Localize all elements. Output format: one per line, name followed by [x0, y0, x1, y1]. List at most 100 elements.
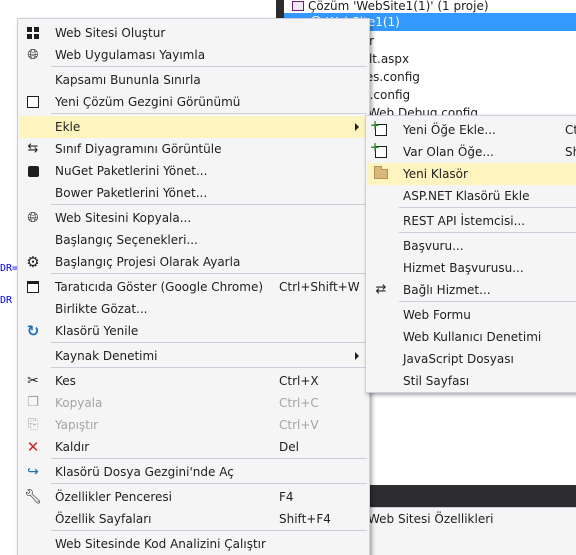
menu-item-label: Kes: [55, 374, 76, 388]
paste-icon-glyph: ⎘: [27, 417, 39, 432]
menu-item-web-sitesini-kopyala[interactable]: 🌐︎ Web Sitesini Kopyala...: [19, 207, 368, 229]
menu-item-label: Web Formu: [403, 308, 471, 322]
open-folder-arrow-icon: ↪: [25, 464, 41, 480]
menu-item-ozellik-sayfalari[interactable]: Özellik Sayfaları Shift+F4: [19, 508, 368, 530]
menu-item-yapistir: ⎘ Yapıştır Ctrl+V: [19, 414, 368, 436]
copy-website-icon: 🌐︎: [25, 210, 41, 226]
menu-item-label: Başlangıç Projesi Olarak Ayarla: [55, 255, 241, 269]
menu-item-web-sitesinde-kod-analizini-calistir[interactable]: Web Sitesinde Kod Analizini Çalıştır: [19, 533, 368, 555]
publish-globe-icon: 🌐︎: [25, 47, 41, 63]
menu-item-label: Klasörü Yenile: [55, 324, 139, 338]
menu-item-label: JavaScript Dosyası: [403, 352, 514, 366]
menu-separator: [51, 342, 367, 343]
menu-item-baslangic-secenekleri[interactable]: Başlangıç Seçenekleri...: [19, 229, 368, 251]
existing-item-icon: [370, 139, 389, 160]
class-diagram-icon: ⇆: [25, 141, 41, 157]
menu-item-label: Web Uygulaması Yayımla: [55, 48, 206, 62]
menu-item-ozellikler-penceresi[interactable]: 🔧︎ Özellikler Penceresi F4: [19, 486, 368, 508]
new-view-icon-glyph: [27, 96, 39, 108]
menu-item-baslangic-projesi-olarak-ayarla[interactable]: ⚙ Başlangıç Projesi Olarak Ayarla: [19, 251, 368, 273]
new-item-icon: [370, 117, 389, 138]
menu-item-rest-api-i-stemcisi[interactable]: REST API İstemcisi...: [367, 210, 576, 232]
menu-item-bagli-hizmet[interactable]: ⇄ Bağlı Hizmet...: [367, 279, 576, 301]
menu-separator: [399, 301, 576, 302]
menu-separator: [51, 367, 367, 368]
menu-item-label: Web Sitesinde Kod Analizini Çalıştır: [55, 537, 266, 551]
new-item-icon-glyph: [370, 117, 387, 136]
menu-item-label: Ekle: [55, 120, 81, 134]
menu-item-ekle[interactable]: Ekle: [19, 116, 368, 138]
menu-item-label: Başlangıç Seçenekleri...: [55, 233, 198, 247]
menu-item-kes[interactable]: ✂ Kes Ctrl+X: [19, 370, 368, 392]
refresh-icon-glyph: ↻: [26, 322, 40, 340]
menu-item-web-kullanici-denetimi[interactable]: Web Kullanıcı Denetimi: [367, 326, 576, 348]
menu-item-hizmet-basvurusu[interactable]: Hizmet Başvurusu...: [367, 257, 576, 279]
menu-item-javascript-dosyasi[interactable]: JavaScript Dosyası: [367, 348, 576, 370]
gear-icon-glyph: ⚙: [26, 253, 40, 271]
menu-item-label: Web Sitesini Kopyala...: [55, 211, 192, 225]
menu-item-kapsami-bununla-sinirla[interactable]: Kapsamı Bununla Sınırla: [19, 69, 368, 91]
class-diagram-icon-glyph: ⇆: [27, 141, 39, 156]
menu-item-shortcut: Shift+F4: [279, 512, 331, 526]
menu-item-shortcut: F4: [279, 490, 294, 504]
menu-item-web-formu[interactable]: Web Formu: [367, 304, 576, 326]
menu-item-var-olan-oge[interactable]: Var Olan Öğe... Sh: [367, 139, 576, 163]
menu-item-label: Kaynak Denetimi: [55, 349, 158, 363]
menu-item-yeni-cozum-gezgini-gorunumu[interactable]: Yeni Çözüm Gezgini Görünümü: [19, 91, 368, 113]
scissors-icon: ✂: [25, 373, 41, 389]
submenu-arrow-icon: [355, 352, 359, 360]
nuget-icon: [25, 163, 41, 179]
menu-item-yeni-klasor[interactable]: Yeni Klasör: [367, 163, 576, 185]
wrench-icon: 🔧︎: [24, 489, 42, 505]
context-menu: Web Sitesi Oluştur 🌐︎ Web Uygulaması Yayım…: [17, 18, 370, 555]
menu-item-label: Yeni Klasör: [403, 167, 468, 181]
menu-item-label: Yeni Çözüm Gezgini Görünümü: [55, 95, 241, 109]
menu-separator: [51, 204, 367, 205]
window-divider: [276, 0, 284, 18]
menu-item-kaynak-denetimi[interactable]: Kaynak Denetimi: [19, 345, 368, 367]
menu-item-klasoru-dosya-gezgini-nde-ac[interactable]: ↪ Klasörü Dosya Gezgini'nde Aç: [19, 461, 368, 483]
menu-item-label: Web Kullanıcı Denetimi: [403, 330, 542, 344]
code-fragment: DR: [0, 295, 13, 306]
menu-item-klasoru-yenile[interactable]: ↻ Klasörü Yenile: [19, 320, 368, 342]
properties-title: Web Sitesi Özellikleri: [368, 512, 494, 526]
gear-icon: ⚙: [25, 254, 41, 270]
browser-icon: [25, 279, 41, 295]
menu-item-label: Bower Paketlerini Yönet...: [55, 186, 208, 200]
menu-item-label: Özellikler Penceresi: [55, 490, 172, 504]
menu-item-stil-sayfasi[interactable]: Stil Sayfası: [367, 370, 576, 392]
menu-item-label: Kaldır: [55, 440, 90, 454]
menu-separator: [51, 273, 367, 274]
menu-item-bower-paketlerini-yonet[interactable]: Bower Paketlerini Yönet...: [19, 182, 368, 204]
browser-icon-glyph: [27, 281, 39, 293]
connected-service-icon: ⇄: [373, 282, 389, 298]
menu-item-label: Kapsamı Bununla Sınırla: [55, 73, 201, 87]
menu-item-label: Hizmet Başvurusu...: [403, 261, 524, 275]
menu-item-sinif-diyagramini-goruntule[interactable]: ⇆ Sınıf Diyagramını Görüntüle: [19, 138, 368, 160]
menu-item-taraticida-goster-google-chrome[interactable]: Taratıcıda Göster (Google Chrome) Ctrl+Sh…: [19, 276, 368, 298]
delete-x-icon: ✕: [25, 439, 41, 455]
menu-item-label: Sınıf Diyagramını Görüntüle: [55, 142, 222, 156]
menu-item-label: Yapıştır: [55, 418, 99, 432]
menu-item-web-sitesi-olustur[interactable]: Web Sitesi Oluştur: [19, 22, 368, 44]
menu-separator: [51, 113, 367, 114]
menu-item-asp-net-klasoru-ekle[interactable]: ASP.NET Klasörü Ekle: [367, 185, 576, 207]
paste-icon: ⎘: [25, 417, 41, 433]
menu-item-web-uygulamasi-yayimla[interactable]: 🌐︎ Web Uygulaması Yayımla: [19, 44, 368, 66]
menu-item-nuget-paketlerini-yonet[interactable]: NuGet Paketlerini Yönet...: [19, 160, 368, 182]
menu-item-label: Başvuru...: [403, 239, 464, 253]
menu-item-basvuru[interactable]: Başvuru...: [367, 235, 576, 257]
menu-item-birlikte-gozat[interactable]: Birlikte Gözat...: [19, 298, 368, 320]
code-fragment: DR=: [0, 263, 19, 274]
menu-item-yeni-oge-ekle[interactable]: Yeni Öğe Ekle... Ct: [367, 117, 576, 141]
connected-service-icon-glyph: ⇄: [375, 282, 387, 297]
menu-separator: [51, 66, 367, 67]
nuget-icon-glyph: [27, 165, 39, 177]
delete-x-icon-glyph: ✕: [26, 438, 40, 456]
menu-item-label: Kopyala: [55, 396, 103, 410]
menu-item-shortcut: Ct: [565, 123, 576, 137]
properties-panel: Web Sitesi Özellikleri: [368, 507, 576, 555]
refresh-icon: ↻: [25, 323, 41, 339]
new-folder-icon: [373, 166, 389, 182]
menu-item-kaldir[interactable]: ✕ Kaldır Del: [19, 436, 368, 458]
